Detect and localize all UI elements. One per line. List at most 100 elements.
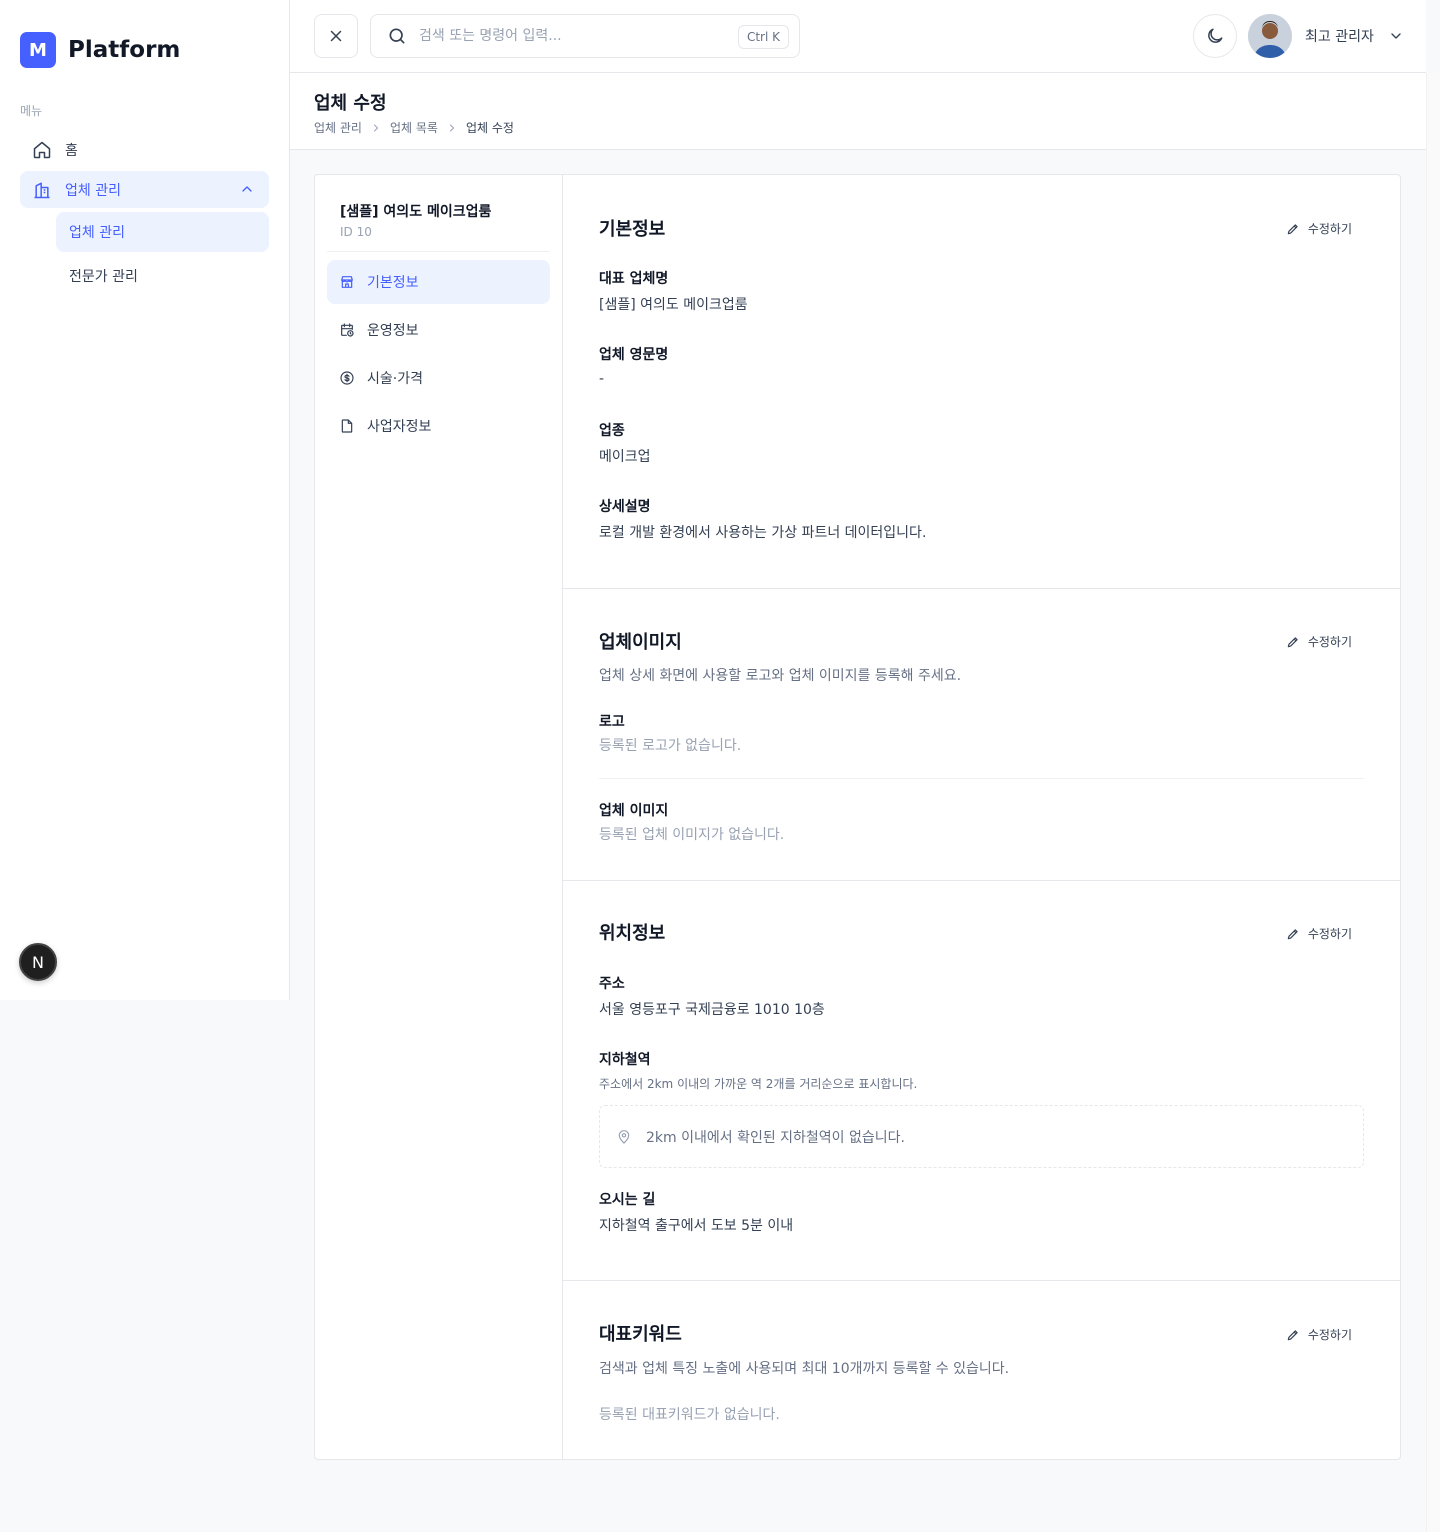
breadcrumb-item[interactable]: 업체 목록 (390, 119, 438, 136)
field-value: 지하철역 출구에서 도보 5분 이내 (599, 1218, 794, 1234)
empty-message: 등록된 대표키워드가 없습니다. (599, 1407, 780, 1423)
edit-keywords-button[interactable]: 수정하기 (1286, 1326, 1352, 1343)
search-shortcut: Ctrl K (737, 25, 789, 49)
field-label: 업체 영문명 (599, 347, 669, 363)
dollar-circle-icon (340, 371, 354, 385)
sidebar-item-home[interactable]: 홈 (20, 131, 269, 168)
field-value: 로컬 개발 환경에서 사용하는 가상 파트너 데이터입니다. (599, 525, 927, 541)
edit-location-button[interactable]: 수정하기 (1286, 925, 1352, 942)
keywords-section: 대표키워드 수정하기 검색과 업체 특징 노출에 사용되며 최대 10개까지 등… (563, 1281, 1400, 1461)
store-icon (341, 276, 353, 288)
field-label: 로고 (599, 714, 625, 730)
section-nav-label: 운영정보 (367, 323, 419, 339)
sidebar-item-label: 업체 관리 (65, 182, 121, 199)
close-icon (330, 30, 342, 42)
moon-icon (1208, 28, 1223, 43)
calendar-clock-icon (341, 323, 354, 337)
section-description: 검색과 업체 특징 노출에 사용되며 최대 10개까지 등록할 수 있습니다. (599, 1361, 1010, 1377)
field-value: 메이크업 (599, 449, 651, 465)
top-header: Ctrl K 최고 관리자 (290, 0, 1426, 73)
basic-info-section: 기본정보 수정하기 대표 업체명 [샘플] 여의도 메이크업룸 업체 영문명 -… (563, 175, 1400, 589)
location-section: 위치정보 수정하기 주소 서울 영등포구 국제금융로 1010 10층 지하철역… (563, 881, 1400, 1281)
page-scrollbar[interactable] (1426, 73, 1440, 1532)
search-input[interactable] (419, 28, 719, 44)
field-label: 상세설명 (599, 499, 651, 515)
sidebar-item-label: 홈 (65, 142, 78, 159)
edit-images-button[interactable]: 수정하기 (1286, 633, 1352, 650)
field-label: 지하철역 (599, 1052, 651, 1068)
search-box[interactable]: Ctrl K (370, 14, 800, 58)
field-label: 주소 (599, 976, 625, 992)
section-title: 업체이미지 (599, 632, 682, 653)
chevron-right-icon (373, 124, 379, 131)
file-icon (341, 419, 353, 433)
edit-label: 수정하기 (1307, 927, 1352, 941)
field-label: 오시는 길 (599, 1192, 656, 1208)
building-icon (34, 182, 50, 198)
section-title: 대표키워드 (599, 1324, 682, 1345)
section-nav: [샘플] 여의도 메이크업룸 ID 10 기본정보 운영정보 시술·가격 사업자… (315, 175, 563, 1459)
section-nav-business[interactable]: 사업자정보 (327, 404, 550, 448)
section-title: 기본정보 (599, 219, 666, 240)
subway-empty-box: 2km 이내에서 확인된 지하철역이 없습니다. (599, 1105, 1364, 1168)
empty-message: 등록된 로고가 없습니다. (599, 738, 742, 754)
sidebar: M Platform 메뉴 홈 업체 관리 업체 관리 전문가 관리 N (0, 0, 290, 1000)
section-nav-price[interactable]: 시술·가격 (327, 356, 550, 400)
empty-message: 2km 이내에서 확인된 지하철역이 없습니다. (646, 1129, 905, 1146)
chevron-down-icon[interactable] (1388, 28, 1404, 44)
breadcrumb: 업체 관리 업체 목록 업체 수정 (314, 119, 514, 136)
company-name: [샘플] 여의도 메이크업룸 (340, 204, 492, 220)
search-icon (389, 28, 405, 44)
field-label: 대표 업체명 (599, 271, 669, 287)
breadcrumb-current: 업체 수정 (465, 121, 514, 135)
page-header: 업체 수정 업체 관리 업체 목록 업체 수정 (290, 73, 1426, 150)
pencil-icon (1287, 223, 1298, 234)
user-name[interactable]: 최고 관리자 (1305, 26, 1374, 46)
edit-label: 수정하기 (1307, 635, 1352, 649)
sidebar-subitem-company[interactable]: 업체 관리 (56, 212, 269, 252)
divider (327, 251, 550, 252)
edit-basic-button[interactable]: 수정하기 (1286, 220, 1352, 237)
dev-tools-badge[interactable]: N (19, 943, 57, 981)
close-sidebar-button[interactable] (314, 14, 358, 58)
field-label: 업체 이미지 (599, 803, 669, 819)
company-edit-card: [샘플] 여의도 메이크업룸 ID 10 기본정보 운영정보 시술·가격 사업자… (314, 174, 1401, 1460)
brand[interactable]: M Platform (20, 32, 180, 68)
brand-logo: M (20, 32, 56, 68)
section-nav-label: 기본정보 (367, 275, 419, 291)
brand-name: Platform (68, 37, 181, 63)
field-value: 서울 영등포구 국제금융로 1010 10층 (599, 1002, 825, 1018)
section-nav-operation[interactable]: 운영정보 (327, 308, 550, 352)
chevron-up-icon[interactable] (239, 181, 255, 197)
user-avatar-icon (1248, 14, 1292, 58)
section-description: 업체 상세 화면에 사용할 로고와 업체 이미지를 등록해 주세요. (599, 668, 962, 684)
section-content: 기본정보 수정하기 대표 업체명 [샘플] 여의도 메이크업룸 업체 영문명 -… (563, 175, 1400, 1459)
pencil-icon (1287, 1329, 1298, 1340)
map-pin-icon (618, 1129, 630, 1144)
divider (599, 778, 1364, 779)
section-title: 위치정보 (599, 923, 666, 944)
field-label: 업종 (599, 423, 625, 439)
field-hint: 주소에서 2km 이내의 가까운 역 2개를 거리순으로 표시합니다. (599, 1077, 918, 1091)
edit-label: 수정하기 (1307, 1328, 1352, 1342)
images-section: 업체이미지 수정하기 업체 상세 화면에 사용할 로고와 업체 이미지를 등록해… (563, 589, 1400, 881)
pencil-icon (1287, 928, 1298, 939)
menu-section-label: 메뉴 (20, 104, 43, 118)
empty-message: 등록된 업체 이미지가 없습니다. (599, 827, 785, 843)
edit-label: 수정하기 (1307, 222, 1352, 236)
section-nav-label: 시술·가격 (367, 371, 423, 387)
page-title: 업체 수정 (314, 93, 387, 114)
home-icon (33, 141, 51, 158)
company-id: ID 10 (340, 225, 372, 239)
avatar[interactable] (1248, 14, 1292, 58)
section-nav-label: 사업자정보 (367, 419, 432, 435)
sidebar-item-company[interactable]: 업체 관리 (20, 171, 269, 208)
chevron-right-icon (449, 124, 455, 131)
section-nav-basic[interactable]: 기본정보 (327, 260, 550, 304)
field-value: [샘플] 여의도 메이크업룸 (599, 297, 748, 313)
pencil-icon (1287, 636, 1298, 647)
breadcrumb-item[interactable]: 업체 관리 (314, 119, 362, 136)
field-value: - (599, 371, 605, 387)
theme-toggle-button[interactable] (1193, 14, 1237, 58)
sidebar-subitem-expert[interactable]: 전문가 관리 (56, 256, 269, 296)
